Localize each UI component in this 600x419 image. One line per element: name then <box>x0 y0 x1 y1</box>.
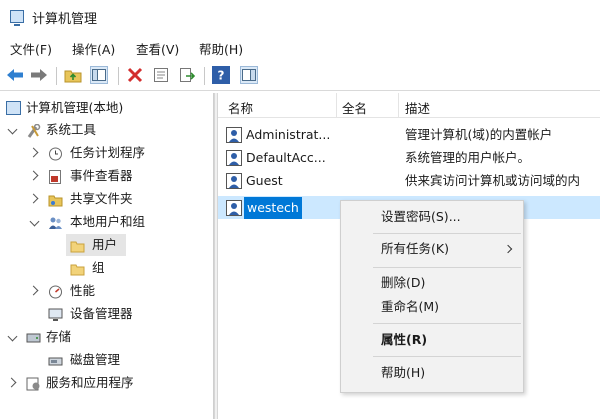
tree-label: 磁盘管理 <box>70 352 121 367</box>
delete-icon[interactable] <box>126 66 144 84</box>
menu-item-rename[interactable]: 重命名(M) <box>341 295 523 319</box>
expand-chevron-icon[interactable] <box>7 331 18 342</box>
toolbar: ? <box>0 62 600 91</box>
title-bar: 计算机管理 <box>0 0 600 34</box>
menu-item-help[interactable]: 帮助(H) <box>341 361 523 385</box>
console-tree: 计算机管理(本地) 系统工具 任务计划程序 事件查看器 共享文件夹 本地用户和组… <box>0 93 214 419</box>
table-row[interactable]: Administrat... 管理计算机(域)的内置帐户 <box>218 124 600 146</box>
tree-label: 组 <box>92 260 105 275</box>
tree-item-event-viewer[interactable]: 事件查看器 <box>0 165 212 187</box>
menu-help[interactable]: 帮助(H) <box>199 39 243 58</box>
chevron-right-icon <box>503 244 513 254</box>
users-group-icon <box>48 215 63 229</box>
device-manager-icon <box>48 307 63 321</box>
folder-icon <box>70 238 85 253</box>
tree-label: 设备管理器 <box>70 306 133 321</box>
user-description: 管理计算机(域)的内置帐户 <box>405 127 553 142</box>
expand-chevron-icon[interactable] <box>28 193 39 204</box>
menu-action[interactable]: 操作(A) <box>72 39 115 58</box>
performance-icon <box>48 284 63 299</box>
tree-item-local-users-groups[interactable]: 本地用户和组 <box>0 211 212 233</box>
storage-icon <box>26 330 41 344</box>
column-header-full-name[interactable]: 全名 <box>342 98 367 117</box>
tree-item-services-apps[interactable]: 服务和应用程序 <box>0 372 212 394</box>
folder-icon <box>70 261 85 276</box>
user-name: westech <box>244 197 302 219</box>
services-icon <box>26 376 41 391</box>
table-row[interactable]: DefaultAcc... 系统管理的用户帐户。 <box>218 147 600 169</box>
tree-label: 本地用户和组 <box>70 214 146 229</box>
tree-item-root[interactable]: 计算机管理(本地) <box>0 97 212 119</box>
expand-chevron-icon[interactable] <box>28 147 39 158</box>
column-header-description[interactable]: 描述 <box>405 98 430 117</box>
user-name: Administrat... <box>246 127 331 142</box>
tree-item-device-manager[interactable]: 设备管理器 <box>0 303 212 325</box>
tree-label: 服务和应用程序 <box>46 375 134 390</box>
tree-label: 共享文件夹 <box>70 191 133 206</box>
computer-management-icon <box>10 10 24 26</box>
tree-item-system-tools[interactable]: 系统工具 <box>0 119 212 141</box>
tree-item-storage[interactable]: 存储 <box>0 326 212 348</box>
table-row[interactable]: Guest 供来宾访问计算机或访问域的内 <box>218 170 600 192</box>
show-action-pane-icon[interactable] <box>240 66 258 84</box>
help-icon[interactable]: ? <box>212 66 230 84</box>
svg-text:?: ? <box>218 69 225 83</box>
context-menu: 设置密码(S)... 所有任务(K) 删除(D) 重命名(M) 属性(R) 帮助… <box>340 200 524 393</box>
tree-label: 存储 <box>46 329 72 344</box>
shared-folder-icon <box>48 192 63 207</box>
clock-icon <box>48 146 63 161</box>
user-account-icon <box>226 127 242 143</box>
tree-item-shared-folders[interactable]: 共享文件夹 <box>0 188 212 210</box>
computer-management-icon <box>6 101 21 115</box>
menu-item-all-tasks[interactable]: 所有任务(K) <box>341 237 523 261</box>
window-title: 计算机管理 <box>32 12 98 27</box>
show-hide-tree-icon[interactable] <box>90 66 108 84</box>
expand-chevron-icon[interactable] <box>28 285 39 296</box>
tree-label: 事件查看器 <box>70 168 133 183</box>
tree-label: 任务计划程序 <box>70 145 146 160</box>
forward-arrow-icon[interactable] <box>30 66 48 84</box>
up-folder-icon[interactable] <box>64 66 82 84</box>
tree-label: 用户 <box>92 237 118 252</box>
export-list-icon[interactable] <box>178 66 196 84</box>
menu-item-delete[interactable]: 删除(D) <box>341 271 523 295</box>
user-description: 系统管理的用户帐户。 <box>405 150 531 165</box>
disk-icon <box>48 353 63 367</box>
expand-chevron-icon[interactable] <box>7 124 18 135</box>
user-name: DefaultAcc... <box>246 150 326 165</box>
tools-icon <box>26 123 41 138</box>
tree-label: 性能 <box>70 283 96 298</box>
expand-chevron-icon[interactable] <box>6 377 17 388</box>
tree-item-users[interactable]: 用户 <box>66 234 126 256</box>
menu-view[interactable]: 查看(V) <box>136 39 179 58</box>
menu-item-set-password[interactable]: 设置密码(S)... <box>341 205 523 229</box>
tree-item-groups[interactable]: 组 <box>66 257 126 279</box>
menu-file[interactable]: 文件(F) <box>10 39 52 58</box>
properties-icon[interactable] <box>152 66 170 84</box>
user-account-icon <box>226 150 242 166</box>
event-log-icon <box>48 169 63 184</box>
back-arrow-icon[interactable] <box>6 66 24 84</box>
tree-item-performance[interactable]: 性能 <box>0 280 212 302</box>
menu-bar: 文件(F) 操作(A) 查看(V) 帮助(H) <box>0 36 600 58</box>
column-header-name[interactable]: 名称 <box>228 98 253 117</box>
expand-chevron-icon[interactable] <box>28 170 39 181</box>
expand-chevron-icon[interactable] <box>29 216 40 227</box>
user-description: 供来宾访问计算机或访问域的内 <box>405 173 581 188</box>
tree-item-disk-management[interactable]: 磁盘管理 <box>0 349 212 371</box>
tree-label: 计算机管理(本地) <box>26 100 124 115</box>
user-name: Guest <box>246 173 283 188</box>
tree-item-task-scheduler[interactable]: 任务计划程序 <box>0 142 212 164</box>
user-account-icon <box>226 173 242 189</box>
menu-item-properties[interactable]: 属性(R) <box>341 328 523 352</box>
user-account-icon <box>226 200 242 216</box>
list-header: 名称 全名 描述 <box>218 93 600 118</box>
tree-label: 系统工具 <box>46 122 97 137</box>
